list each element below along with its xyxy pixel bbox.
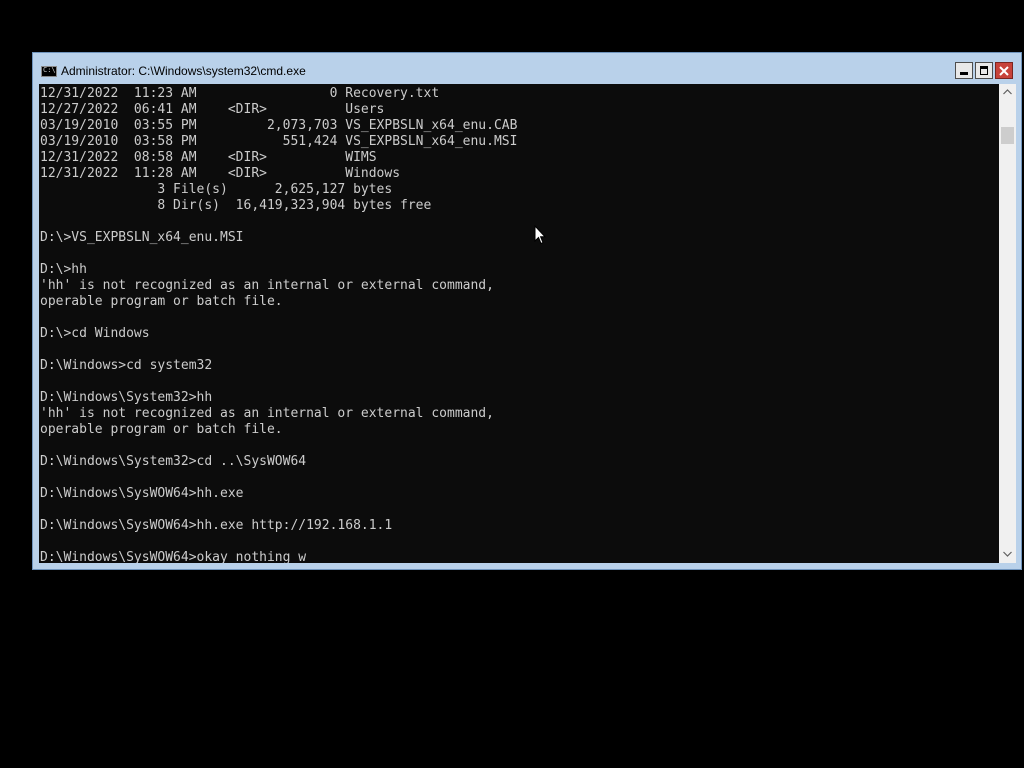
console-line: D:\Windows\System32>hh: [40, 390, 213, 405]
console-line: D:\Windows\SysWOW64>hh.exe http://192.16…: [40, 518, 393, 533]
cmd-icon: C:\: [41, 66, 57, 77]
console-client-area: 12/31/2022 11:23 AM 0 Recovery.txt 12/27/…: [39, 84, 1016, 563]
console-line: operable program or batch file.: [40, 294, 283, 309]
scroll-up-button[interactable]: [999, 84, 1016, 101]
scroll-down-arrow-icon: [1003, 551, 1012, 557]
console-line: 12/31/2022 11:23 AM 0 Recovery.txt: [40, 86, 440, 101]
console-line: D:\>cd Windows: [40, 326, 150, 341]
console-line: operable program or batch file.: [40, 422, 283, 437]
console-line: D:\>hh: [40, 262, 87, 277]
maximize-button[interactable]: [975, 62, 993, 79]
console-line: D:\Windows\SysWOW64>hh.exe: [40, 486, 244, 501]
console-line: 03/19/2010 03:55 PM 2,073,703 VS_EXPBSLN…: [40, 118, 518, 133]
cmd-icon-glyph: C:\: [43, 66, 56, 74]
desktop: C:\ Administrator: C:\Windows\system32\c…: [0, 0, 1024, 768]
console-line: 12/31/2022 11:28 AM <DIR> Windows: [40, 166, 401, 181]
cmd-window[interactable]: C:\ Administrator: C:\Windows\system32\c…: [32, 52, 1022, 570]
scroll-down-button[interactable]: [999, 546, 1016, 563]
console-line: 12/27/2022 06:41 AM <DIR> Users: [40, 102, 385, 117]
console-line: D:\Windows>cd system32: [40, 358, 213, 373]
console-line: 8 Dir(s) 16,419,323,904 bytes free: [40, 198, 432, 213]
window-title: Administrator: C:\Windows\system32\cmd.e…: [61, 64, 306, 78]
console-line: 'hh' is not recognized as an internal or…: [40, 406, 494, 421]
close-button[interactable]: [995, 62, 1013, 79]
console-line: 3 File(s) 2,625,127 bytes: [40, 182, 393, 197]
console-line: D:\Windows\SysWOW64>okay nothing w: [40, 550, 307, 563]
console-line: D:\>VS_EXPBSLN_x64_enu.MSI: [40, 230, 244, 245]
scroll-up-arrow-icon: [1003, 89, 1012, 95]
console-line: 12/31/2022 08:58 AM <DIR> WIMS: [40, 150, 377, 165]
vertical-scrollbar[interactable]: [999, 84, 1016, 563]
console-line: D:\Windows\System32>cd ..\SysWOW64: [40, 454, 307, 469]
minimize-button[interactable]: [955, 62, 973, 79]
close-icon: [999, 66, 1009, 76]
console-line: 03/19/2010 03:58 PM 551,424 VS_EXPBSLN_x…: [40, 134, 518, 149]
title-bar[interactable]: C:\ Administrator: C:\Windows\system32\c…: [33, 53, 1021, 84]
console-output[interactable]: 12/31/2022 11:23 AM 0 Recovery.txt 12/27/…: [39, 84, 999, 563]
console-line: 'hh' is not recognized as an internal or…: [40, 278, 494, 293]
mouse-pointer-icon: [534, 225, 546, 245]
scroll-thumb[interactable]: [1001, 127, 1014, 144]
console-text: 12/31/2022 11:23 AM 0 Recovery.txt 12/27/…: [40, 86, 517, 563]
